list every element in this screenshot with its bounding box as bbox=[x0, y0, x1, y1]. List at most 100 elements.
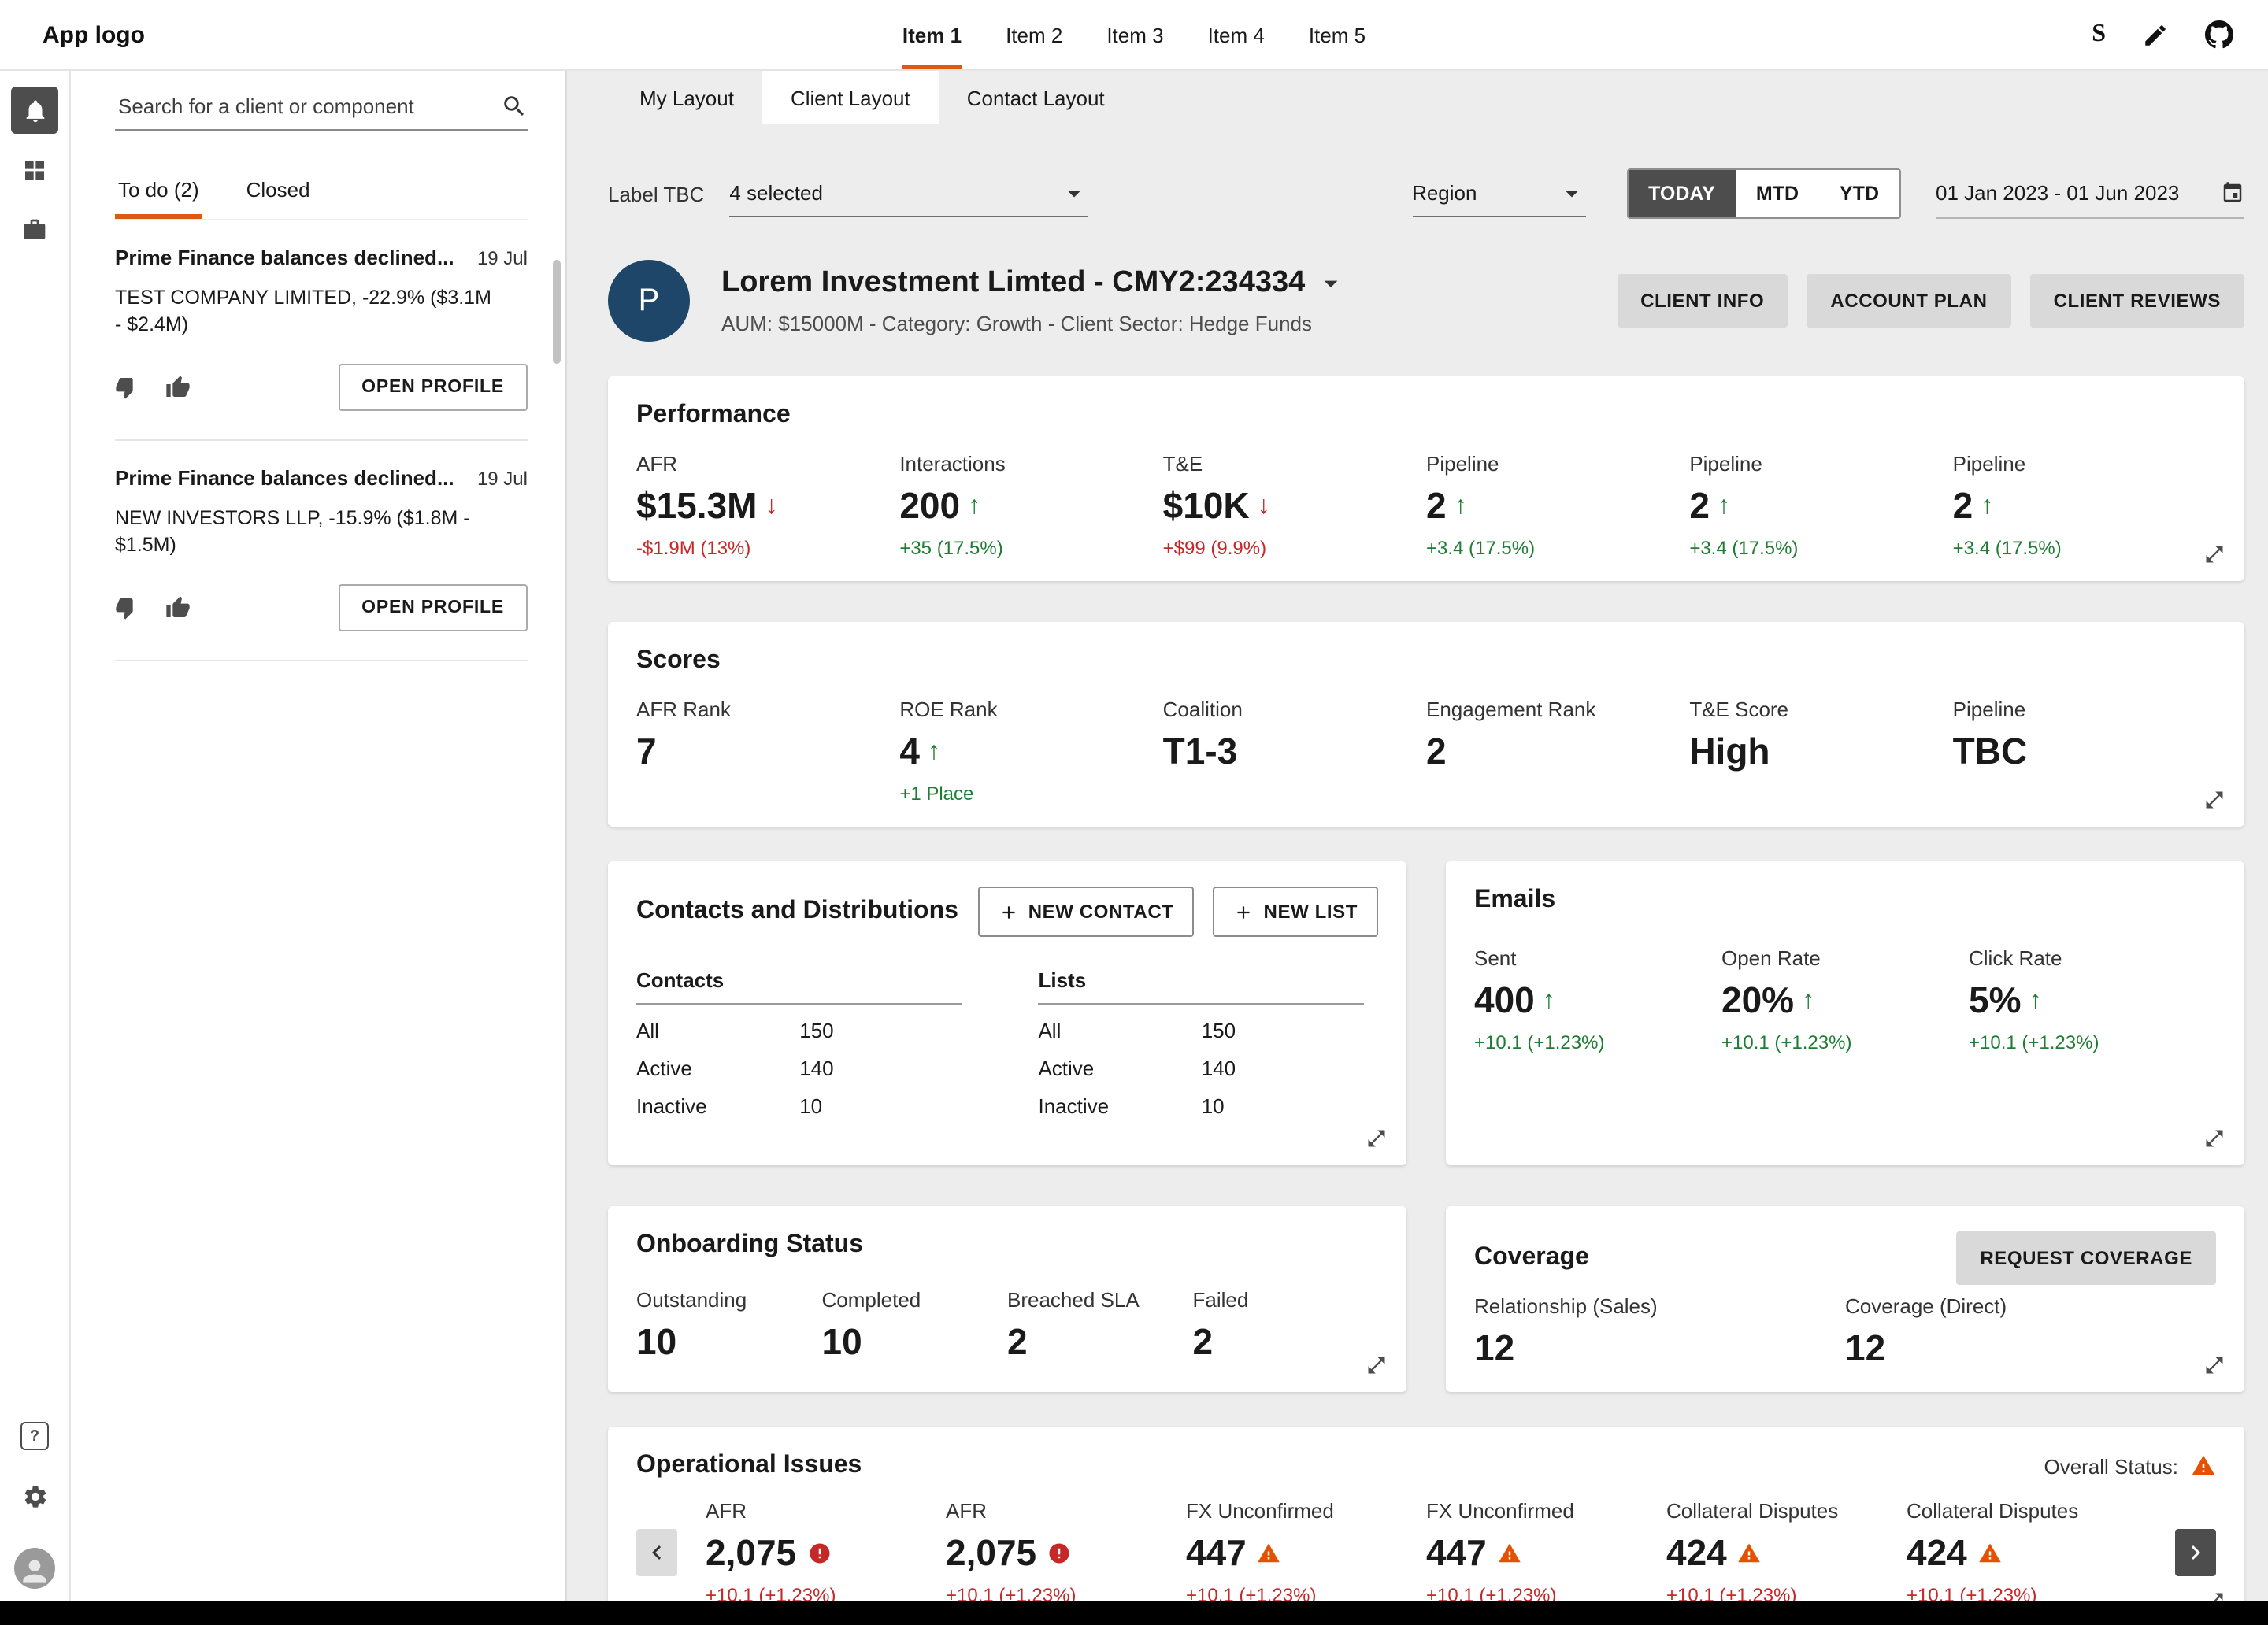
todo-card: Prime Finance balances declined... 19 Ju… bbox=[115, 441, 528, 661]
chevron-right-icon bbox=[2181, 1538, 2210, 1567]
warning-icon bbox=[1498, 1542, 1521, 1565]
expand-icon[interactable] bbox=[2203, 1354, 2225, 1376]
tab-contact-layout[interactable]: Contact Layout bbox=[939, 71, 1133, 124]
pen-icon[interactable] bbox=[2142, 21, 2169, 48]
account-plan-button[interactable]: ACCOUNT PLAN bbox=[1807, 274, 2010, 328]
expand-icon[interactable] bbox=[2203, 789, 2225, 811]
emails-card: Emails Sent 400↑ +10.1 (+1.23%) Open Rat… bbox=[1446, 861, 2244, 1165]
metric: Sent 400↑ +10.1 (+1.23%) bbox=[1474, 946, 1721, 1053]
metric: AFR Rank 7 bbox=[636, 698, 899, 805]
client-header: P Lorem Investment Limted - CMY2:234334 … bbox=[608, 260, 2244, 342]
warning-icon bbox=[1258, 1542, 1281, 1565]
thumbs-down-icon[interactable] bbox=[115, 375, 140, 400]
trend-up-icon: ↑ bbox=[2029, 986, 2042, 1015]
metric: Click Rate 5%↑ +10.1 (+1.23%) bbox=[1969, 946, 2216, 1053]
date-range-picker[interactable]: 01 Jan 2023 - 01 Jun 2023 bbox=[1936, 169, 2244, 218]
operational-issues-card: Operational Issues Overall Status: AFR 2… bbox=[608, 1427, 2244, 1601]
notifications-rail-item[interactable] bbox=[11, 87, 58, 134]
user-avatar[interactable] bbox=[14, 1548, 55, 1589]
metric: Collateral Disputes 424 +10.1 (+1.23%) bbox=[1907, 1499, 2147, 1601]
expand-icon[interactable] bbox=[1366, 1354, 1388, 1376]
metric: FX Unconfirmed 447 +10.1 (+1.23%) bbox=[1426, 1499, 1666, 1601]
metric: Pipeline 2↑ +3.4 (17.5%) bbox=[1689, 452, 1952, 559]
new-contact-button[interactable]: NEW CONTACT bbox=[978, 887, 1195, 937]
list-item: Inactive10 bbox=[636, 1094, 962, 1118]
carousel-prev-button[interactable] bbox=[636, 1529, 677, 1576]
expand-icon[interactable] bbox=[2203, 1590, 2225, 1601]
expand-icon[interactable] bbox=[1366, 1127, 1388, 1149]
metric: AFR 2,075 +10.1 (+1.23%) bbox=[946, 1499, 1186, 1601]
region-select[interactable]: Region bbox=[1412, 171, 1585, 217]
search-input[interactable] bbox=[115, 93, 501, 120]
main-content: Label TBC 4 selected Region TODAY MTD YT… bbox=[567, 124, 2268, 1601]
contacts-list: Contacts All150 Active140 Inactive10 bbox=[636, 968, 962, 1118]
date-range-value: 01 Jan 2023 - 01 Jun 2023 bbox=[1936, 181, 2179, 205]
segment-ytd[interactable]: YTD bbox=[1819, 170, 1899, 217]
todo-body: TEST COMPANY LIMITED, -22.9% ($3.1M - $2… bbox=[115, 285, 495, 339]
expand-icon[interactable] bbox=[2203, 1127, 2225, 1149]
trend-up-icon: ↑ bbox=[1543, 986, 1555, 1015]
period-segmented-control: TODAY MTD YTD bbox=[1626, 168, 1901, 219]
expand-icon[interactable] bbox=[2203, 543, 2225, 565]
card-title: Scores bbox=[636, 647, 2216, 676]
warning-icon bbox=[2191, 1453, 2216, 1479]
chevron-down-icon[interactable] bbox=[1314, 268, 1346, 299]
tab-client-layout[interactable]: Client Layout bbox=[762, 71, 939, 124]
chevron-down-icon bbox=[1060, 179, 1088, 207]
client-subtitle: AUM: $15000M - Category: Growth - Client… bbox=[721, 312, 1346, 335]
request-coverage-button[interactable]: REQUEST COVERAGE bbox=[1956, 1231, 2216, 1285]
todo-body: NEW INVESTORS LLP, -15.9% ($1.8M - $1.5M… bbox=[115, 505, 495, 559]
sidebar-tabs: To do (2) Closed bbox=[115, 168, 528, 220]
sidebar-scrollbar[interactable] bbox=[553, 260, 561, 364]
metric: Open Rate 20%↑ +10.1 (+1.23%) bbox=[1721, 946, 1969, 1053]
trend-up-icon: ↑ bbox=[1981, 492, 1993, 520]
app-logo[interactable]: App logo bbox=[43, 21, 145, 48]
dashboard-rail-item[interactable] bbox=[11, 146, 58, 194]
nav-item-2[interactable]: Item 2 bbox=[1006, 0, 1062, 69]
todo-title: Prime Finance balances declined... bbox=[115, 466, 461, 490]
metric: Pipeline TBC bbox=[1953, 698, 2216, 805]
tab-my-layout[interactable]: My Layout bbox=[611, 71, 762, 124]
nav-item-4[interactable]: Item 4 bbox=[1208, 0, 1265, 69]
tab-closed[interactable]: Closed bbox=[243, 168, 313, 219]
contacts-card: Contacts and Distributions NEW CONTACT N… bbox=[608, 861, 1406, 1165]
help-rail-item[interactable]: ? bbox=[11, 1412, 58, 1460]
todo-date: 19 Jul bbox=[477, 247, 528, 269]
new-list-button[interactable]: NEW LIST bbox=[1214, 887, 1378, 937]
plus-icon bbox=[999, 901, 1019, 922]
segment-mtd[interactable]: MTD bbox=[1736, 170, 1819, 217]
onboarding-card: Onboarding Status Outstanding 10 Complet… bbox=[608, 1206, 1406, 1392]
segment-today[interactable]: TODAY bbox=[1628, 170, 1736, 217]
carousel-next-button[interactable] bbox=[2175, 1529, 2216, 1576]
metric: Engagement Rank 2 bbox=[1426, 698, 1689, 805]
overall-status: Overall Status: bbox=[2044, 1453, 2216, 1479]
nav-item-5[interactable]: Item 5 bbox=[1309, 0, 1366, 69]
search-icon[interactable] bbox=[501, 93, 528, 120]
chevron-left-icon bbox=[643, 1538, 671, 1567]
client-reviews-button[interactable]: CLIENT REVIEWS bbox=[2030, 274, 2244, 328]
metric: Interactions 200↑ +35 (17.5%) bbox=[899, 452, 1162, 559]
error-icon bbox=[807, 1542, 831, 1565]
trend-up-icon: ↑ bbox=[928, 738, 940, 766]
metric: Pipeline 2↑ +3.4 (17.5%) bbox=[1426, 452, 1689, 559]
portfolio-rail-item[interactable] bbox=[11, 206, 58, 254]
nav-item-3[interactable]: Item 3 bbox=[1106, 0, 1163, 69]
metric: Outstanding 10 bbox=[636, 1288, 822, 1364]
thumbs-up-icon[interactable] bbox=[165, 375, 191, 400]
thumbs-up-icon[interactable] bbox=[165, 595, 191, 620]
open-profile-button[interactable]: OPEN PROFILE bbox=[338, 364, 528, 411]
chevron-down-icon bbox=[1557, 179, 1585, 207]
region-value: Region bbox=[1412, 181, 1477, 205]
list-item: All150 bbox=[636, 1019, 962, 1042]
client-info-button[interactable]: CLIENT INFO bbox=[1617, 274, 1788, 328]
card-title: Emails bbox=[1474, 887, 2216, 915]
settings-rail-item[interactable] bbox=[11, 1472, 58, 1520]
s-logo-icon[interactable]: S bbox=[2092, 20, 2106, 49]
open-profile-button[interactable]: OPEN PROFILE bbox=[338, 584, 528, 631]
metric: Relationship (Sales) 12 bbox=[1474, 1294, 1845, 1370]
github-icon[interactable] bbox=[2205, 20, 2233, 49]
label-multiselect[interactable]: 4 selected bbox=[729, 171, 1088, 217]
tab-todo[interactable]: To do (2) bbox=[115, 168, 202, 219]
thumbs-down-icon[interactable] bbox=[115, 595, 140, 620]
nav-item-1[interactable]: Item 1 bbox=[902, 0, 962, 69]
